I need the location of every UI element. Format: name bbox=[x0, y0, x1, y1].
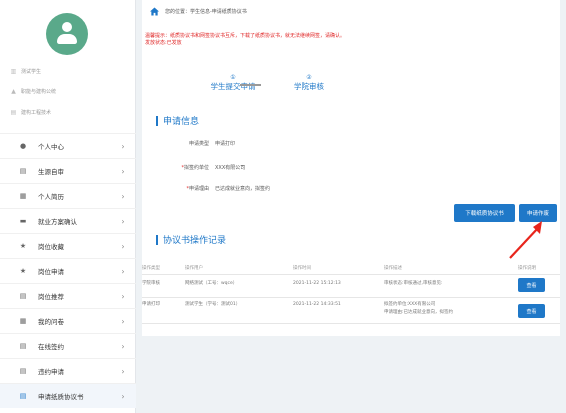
person-icon: ● bbox=[19, 142, 27, 150]
table-divider bbox=[142, 274, 560, 275]
chevron-right-icon: › bbox=[121, 291, 125, 301]
sidebar-item-paper-agreement[interactable]: ▤ 申请纸质协议书 › bbox=[0, 383, 136, 408]
sidebar-item-employment-plan[interactable]: ▬ 就业方案确认 › bbox=[0, 208, 136, 233]
sidebar-item-my-survey[interactable]: ▦ 我的问卷 › bbox=[0, 308, 136, 333]
log-section-title: 协议书操作记录 bbox=[156, 233, 226, 246]
sidebar-item-online-signing[interactable]: ▤ 在线签约 › bbox=[0, 333, 136, 358]
briefcase-icon: ▬ bbox=[19, 217, 27, 225]
star-icon: ★ bbox=[19, 242, 27, 250]
chevron-right-icon: › bbox=[121, 191, 125, 201]
avatar-head bbox=[62, 22, 72, 32]
chevron-right-icon: › bbox=[121, 241, 125, 251]
step-number: ① bbox=[230, 74, 236, 81]
annotation-arrow-icon bbox=[509, 221, 542, 259]
step-student-submit: ① 学生提交申请 bbox=[204, 74, 262, 91]
row-desc-reason: 申请理由:已达成就业意向，拟签约 bbox=[384, 310, 454, 315]
step-label: 学院审核 bbox=[294, 82, 324, 91]
section-bar bbox=[156, 115, 158, 126]
step-connector bbox=[240, 84, 261, 86]
building-icon: ▤ bbox=[10, 108, 17, 116]
chevron-right-icon: › bbox=[121, 391, 125, 401]
graduation-cap-icon: ▲ bbox=[11, 87, 16, 95]
star-icon: ★ bbox=[19, 267, 27, 275]
sidebar-item-job-recommend[interactable]: ▤ 岗位推荐 › bbox=[0, 283, 136, 308]
chevron-right-icon: › bbox=[121, 216, 125, 226]
chevron-right-icon: › bbox=[121, 341, 125, 351]
sidebar-item-job-application[interactable]: ★ 岗位申请 › bbox=[0, 258, 136, 283]
id-card-icon: ▤ bbox=[19, 342, 27, 350]
table-header-type: 操作类型 bbox=[142, 266, 160, 271]
chevron-right-icon: › bbox=[121, 266, 125, 276]
field-reason-value: 已达成就业意向，拟签约 bbox=[215, 186, 271, 192]
student-college: ▲ 职能与建构公统 bbox=[11, 87, 57, 95]
chevron-right-icon: › bbox=[121, 141, 125, 151]
section-bar bbox=[156, 234, 158, 245]
bars-icon: ▥ bbox=[10, 67, 17, 75]
row-time: 2021-11-22 14:33:51 bbox=[293, 302, 341, 307]
sidebar-item-resume[interactable]: ▦ 个人简历 › bbox=[0, 183, 136, 208]
apply-section-title: 申请信息 bbox=[156, 114, 199, 127]
sidebar-item-personal-center[interactable]: ● 个人中心 › bbox=[0, 133, 136, 158]
field-apply-type-value: 申请打印 bbox=[215, 141, 236, 147]
id-card-icon: ▤ bbox=[19, 392, 27, 400]
table-header-desc: 操作描述 bbox=[384, 266, 402, 271]
avatar-body bbox=[57, 34, 77, 44]
id-card-icon: ▤ bbox=[19, 167, 27, 175]
row-desc-employer: 拟签约单位:XXX有限公司 bbox=[384, 302, 436, 307]
field-apply-type-label: 申请类型 bbox=[188, 141, 209, 147]
table-header-time: 操作时间 bbox=[293, 266, 311, 271]
table-header-user: 操作用户 bbox=[185, 266, 203, 271]
sidebar-item-source-review[interactable]: ▤ 生源自审 › bbox=[0, 158, 136, 183]
warning-text: 温馨提示：纸质协议书和网签协议书互斥，下载了纸质协议书，就无法继续网签，请确认。 bbox=[145, 33, 346, 39]
row-type: 学院审核 bbox=[142, 281, 160, 286]
student-major: ▤ 建构工程技术 bbox=[10, 108, 52, 116]
chevron-right-icon: › bbox=[121, 166, 125, 176]
row-type: 申请打印 bbox=[142, 302, 160, 307]
document-icon: ▦ bbox=[19, 192, 27, 200]
avatar bbox=[46, 13, 88, 55]
field-employer-label: *拟签约单位 bbox=[181, 165, 209, 171]
sidebar-item-job-favorites[interactable]: ★ 岗位收藏 › bbox=[0, 233, 136, 258]
table-divider bbox=[142, 297, 560, 298]
table-divider bbox=[142, 323, 560, 324]
row-time: 2021-11-22 15:12:13 bbox=[293, 281, 341, 286]
student-name: ▥ 测试学生 bbox=[10, 67, 42, 75]
view-button[interactable]: 查看 bbox=[518, 278, 545, 292]
field-employer-value: XXX有限公司 bbox=[215, 165, 246, 171]
issue-status: 发放状态:已发放 bbox=[145, 40, 182, 46]
breadcrumb: 您的位置：学生信息-申请纸质协议书 bbox=[150, 5, 247, 17]
home-icon bbox=[150, 6, 159, 16]
id-card-icon: ▤ bbox=[19, 292, 27, 300]
field-reason-label: *申请理由 bbox=[186, 186, 209, 192]
table-header-action: 操作说明 bbox=[518, 266, 536, 271]
chevron-right-icon: › bbox=[121, 316, 125, 326]
document-icon: ▦ bbox=[19, 317, 27, 325]
chevron-right-icon: › bbox=[121, 366, 125, 376]
view-button[interactable]: 查看 bbox=[518, 304, 545, 318]
step-college-review: ② 学院审核 bbox=[289, 74, 329, 91]
row-user: 网络测试（工号：wqce） bbox=[185, 281, 238, 286]
id-card-icon: ▤ bbox=[19, 367, 27, 375]
sidebar-item-breach-application[interactable]: ▤ 违约申请 › bbox=[0, 358, 136, 383]
breadcrumb-text: 您的位置：学生信息-申请纸质协议书 bbox=[165, 8, 247, 15]
row-desc: 审核状态:审核通过,审核意见: bbox=[384, 281, 443, 286]
sidebar: ▥ 测试学生 ▲ 职能与建构公统 ▤ 建构工程技术 ● 个人中心 › ▤ 生源自审 ›… bbox=[0, 0, 136, 413]
warning-notice: 温馨提示：纸质协议书和网签协议书互斥，下载了纸质协议书，就无法继续网签，请确认。… bbox=[145, 33, 445, 47]
row-user: 测试学生（学号：测试01） bbox=[185, 302, 241, 307]
step-number: ② bbox=[306, 74, 312, 81]
